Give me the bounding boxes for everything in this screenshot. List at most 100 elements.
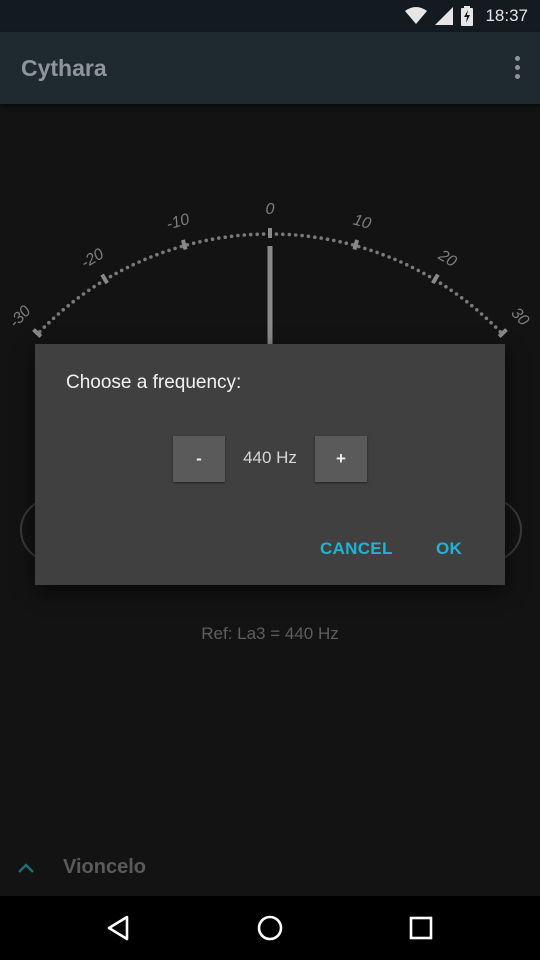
gauge-major-tick (180, 239, 188, 251)
gauge-dot (51, 316, 56, 321)
gauge-dot (416, 268, 421, 273)
gauge-dot (42, 325, 47, 329)
gauge-dot (393, 257, 397, 262)
gauge-dot (338, 240, 342, 244)
gauge-tick-label: 0 (266, 201, 275, 218)
gauge-dot (281, 232, 285, 237)
gauge-dot (217, 236, 221, 240)
gauge-dot (223, 235, 227, 239)
gauge-dot (410, 265, 415, 270)
gauge-dot (479, 312, 484, 316)
ok-button[interactable]: OK (436, 539, 462, 559)
gauge-major-tick (431, 273, 440, 285)
gauge-dot (293, 233, 298, 237)
gauge-dot (375, 250, 379, 255)
gauge-dot (489, 320, 493, 325)
gauge-dot (167, 248, 171, 253)
reference-text: Ref: La3 = 440 Hz (201, 624, 339, 643)
gauge-dot (344, 241, 349, 245)
gauge-dot (306, 234, 311, 239)
gauge-dot (465, 299, 469, 304)
gauge-dot (119, 268, 124, 273)
gauge-dot (438, 281, 443, 285)
gauge-dot (287, 232, 292, 237)
gauge-dot (137, 260, 141, 264)
gauge-tick-label: -10 (165, 211, 192, 234)
gauge-dot (313, 235, 317, 239)
gauge-dot (475, 308, 479, 312)
gauge-dot (405, 262, 409, 267)
dialog-title: Choose a frequency: (66, 372, 242, 393)
frequency-value: 440 Hz (243, 448, 297, 467)
gauge-dot (422, 271, 426, 276)
gauge-dot (76, 296, 81, 300)
gauge-dot (454, 292, 459, 296)
gauge-dot (470, 303, 474, 308)
gauge-dot (125, 265, 130, 270)
gauge-dot (444, 284, 448, 289)
gauge-dot (399, 260, 403, 264)
cell-signal-icon (435, 7, 454, 25)
home-icon[interactable] (254, 912, 286, 944)
gauge-dot (319, 236, 324, 240)
wifi-icon (405, 7, 428, 24)
gauge-dot (274, 232, 279, 236)
instrument-selector[interactable]: Vioncelo (0, 852, 540, 888)
app-bar: Cythara (0, 32, 540, 104)
gauge-dot (332, 238, 336, 243)
gauge-dot (449, 288, 454, 293)
gauge-dot (66, 303, 70, 308)
gauge-tick-label: -30 (6, 303, 34, 332)
cancel-button[interactable]: CANCEL (320, 539, 393, 559)
gauge-dot (255, 232, 259, 237)
gauge-dot (155, 252, 159, 257)
increase-frequency-button[interactable]: + (315, 436, 367, 482)
gauge-dot (47, 320, 51, 325)
gauge-dot (108, 274, 113, 279)
gauge-dot (92, 284, 96, 289)
gauge-dot (56, 312, 61, 316)
gauge-dot (493, 325, 498, 329)
gauge-dot (261, 232, 266, 236)
chevron-up-icon[interactable] (16, 858, 36, 878)
gauge-dot (87, 288, 91, 293)
overflow-menu-icon[interactable] (512, 56, 522, 82)
gauge-needle (267, 246, 273, 346)
gauge-dot (81, 292, 86, 296)
gauge-dot (131, 262, 135, 267)
gauge-dot (229, 234, 234, 239)
gauge-dot (381, 252, 385, 257)
gauge-dot (236, 233, 240, 238)
battery-charging-icon (461, 6, 474, 26)
gauge-dot (71, 299, 75, 304)
gauge-major-tick (100, 273, 109, 285)
gauge-dot (387, 255, 391, 259)
gauge-tick-label: -20 (78, 246, 107, 273)
gauge-tick-label: 20 (434, 246, 459, 270)
gauge-dot (173, 246, 177, 251)
gauge-dot (191, 241, 196, 245)
gauge-dot (427, 274, 432, 279)
recents-icon[interactable] (405, 912, 437, 944)
gauge-dot (242, 233, 247, 237)
app-title: Cythara (21, 55, 107, 81)
status-bar: 18:37 (0, 0, 540, 32)
frequency-dialog: Choose a frequency: - 440 Hz + CANCEL OK (35, 344, 505, 585)
gauge-dot (114, 271, 118, 276)
gauge-dot (210, 237, 215, 241)
gauge-major-tick (352, 239, 360, 251)
gauge-dot (161, 250, 165, 255)
status-icons: 18:37 (405, 6, 528, 26)
gauge-dot (143, 257, 147, 262)
status-time: 18:37 (485, 6, 528, 25)
instrument-name[interactable]: Vioncelo (63, 856, 146, 879)
navigation-bar (0, 896, 540, 960)
back-icon[interactable] (103, 912, 135, 944)
decrease-frequency-button[interactable]: - (173, 436, 225, 482)
gauge-dot (204, 238, 208, 243)
gauge-dot (61, 308, 65, 312)
gauge-dot (248, 232, 253, 237)
gauge-dot (300, 233, 304, 238)
gauge-dot (484, 316, 489, 321)
gauge-dot (198, 240, 202, 244)
